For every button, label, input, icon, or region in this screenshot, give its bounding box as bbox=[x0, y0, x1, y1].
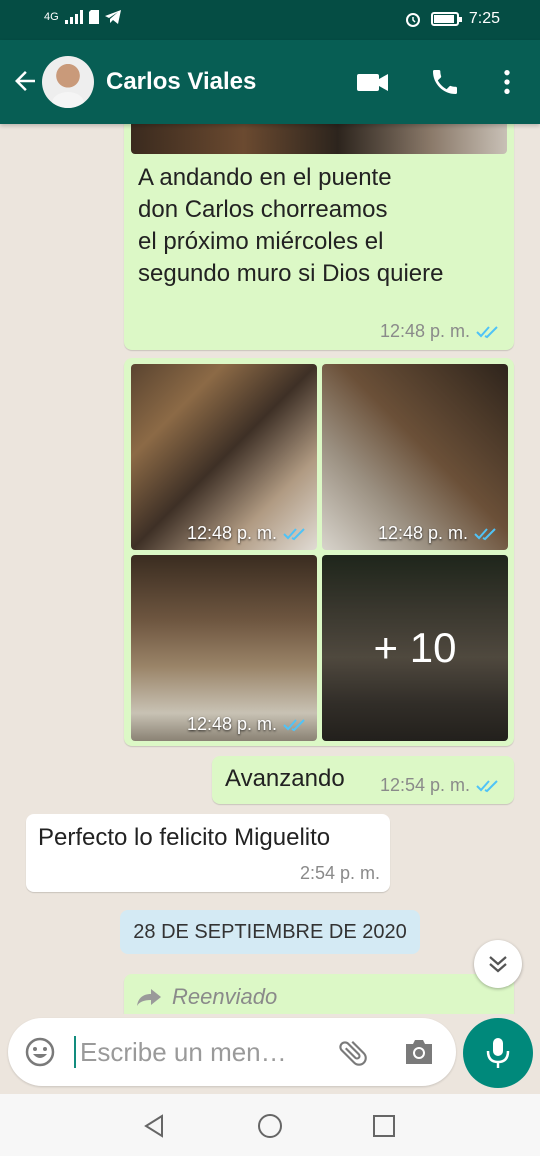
battery-icon bbox=[430, 12, 462, 26]
double-chevron-down-icon bbox=[489, 956, 507, 973]
more-photos-count: + 10 bbox=[322, 555, 508, 741]
outgoing-photo-album[interactable]: 12:48 p. m. 12:48 p. m. 12:48 p. m. + 10 bbox=[124, 358, 514, 746]
incoming-message[interactable]: Perfecto lo felicito Miguelito 2:54 p. m… bbox=[26, 814, 390, 892]
message-line: don Carlos chorreamos bbox=[138, 196, 388, 223]
outgoing-message[interactable]: A andando en el puente don Carlos chorre… bbox=[124, 124, 514, 350]
message-line: el próximo miércoles el bbox=[138, 228, 384, 255]
message-composer bbox=[8, 1018, 456, 1086]
message-time: 12:48 p. m. bbox=[379, 321, 470, 341]
message-time: 2:54 p. m. bbox=[299, 863, 380, 883]
message-text: Perfecto lo felicito Miguelito bbox=[38, 824, 331, 851]
message-line: segundo muro si Dios quiere bbox=[138, 260, 444, 287]
chat-header: Carlos Viales bbox=[0, 40, 540, 124]
album-photo[interactable]: 12:48 p. m. bbox=[322, 364, 508, 550]
read-ticks-icon bbox=[476, 325, 498, 338]
clock-time: 7:25 bbox=[468, 10, 500, 27]
album-photo-more[interactable]: + 10 bbox=[322, 555, 508, 741]
status-bar: 4G 7:25 bbox=[0, 0, 540, 40]
scroll-to-bottom-button[interactable] bbox=[474, 940, 522, 988]
read-ticks-icon bbox=[474, 527, 496, 540]
voice-record-button[interactable] bbox=[463, 1018, 533, 1088]
forward-arrow-icon bbox=[137, 989, 161, 1006]
photo-time: 12:48 p. m. bbox=[186, 523, 277, 543]
back-arrow-icon[interactable] bbox=[10, 66, 40, 96]
album-photo[interactable]: 12:48 p. m. bbox=[131, 555, 317, 741]
voice-call-icon[interactable] bbox=[428, 66, 462, 98]
read-ticks-icon bbox=[283, 527, 305, 540]
message-photo[interactable] bbox=[131, 124, 507, 154]
alarm-icon bbox=[405, 13, 420, 27]
photo-time: 12:48 p. m. bbox=[186, 714, 277, 734]
message-time: 12:54 p. m. bbox=[379, 775, 470, 795]
emoji-icon[interactable] bbox=[24, 1036, 56, 1068]
attach-clip-icon[interactable] bbox=[336, 1036, 370, 1070]
outgoing-forwarded-message[interactable]: Reenviado bbox=[124, 974, 514, 1014]
chat-messages[interactable]: A andando en el puente don Carlos chorre… bbox=[0, 124, 540, 1014]
date-divider: 28 DE SEPTIEMBRE DE 2020 bbox=[120, 910, 420, 954]
more-vert-icon[interactable] bbox=[490, 66, 524, 98]
read-ticks-icon bbox=[283, 718, 305, 731]
outgoing-message[interactable]: Avanzando 12:54 p. m. bbox=[212, 756, 514, 804]
message-text: Avanzando bbox=[225, 765, 345, 792]
network-type-label: 4G bbox=[44, 11, 59, 23]
signal-icon bbox=[64, 10, 83, 24]
system-navigation-bar bbox=[0, 1094, 540, 1156]
message-input[interactable] bbox=[74, 1036, 314, 1068]
nav-home-icon[interactable] bbox=[257, 1113, 283, 1139]
camera-icon[interactable] bbox=[402, 1036, 436, 1068]
forwarded-label: Reenviado bbox=[172, 984, 278, 1009]
nav-recents-icon[interactable] bbox=[373, 1115, 395, 1137]
message-line: A andando en el puente bbox=[138, 164, 392, 191]
contact-avatar[interactable] bbox=[42, 56, 94, 108]
read-ticks-icon bbox=[476, 779, 498, 792]
contact-name[interactable]: Carlos Viales bbox=[106, 68, 256, 96]
message-text: A andando en el puente don Carlos chorre… bbox=[138, 162, 444, 290]
album-photo[interactable]: 12:48 p. m. bbox=[131, 364, 317, 550]
nav-back-icon[interactable] bbox=[142, 1114, 166, 1138]
photo-time: 12:48 p. m. bbox=[377, 523, 468, 543]
sim-icon bbox=[88, 10, 99, 24]
microphone-icon bbox=[486, 1038, 510, 1068]
video-call-icon[interactable] bbox=[356, 66, 390, 98]
telegram-icon bbox=[104, 10, 121, 24]
